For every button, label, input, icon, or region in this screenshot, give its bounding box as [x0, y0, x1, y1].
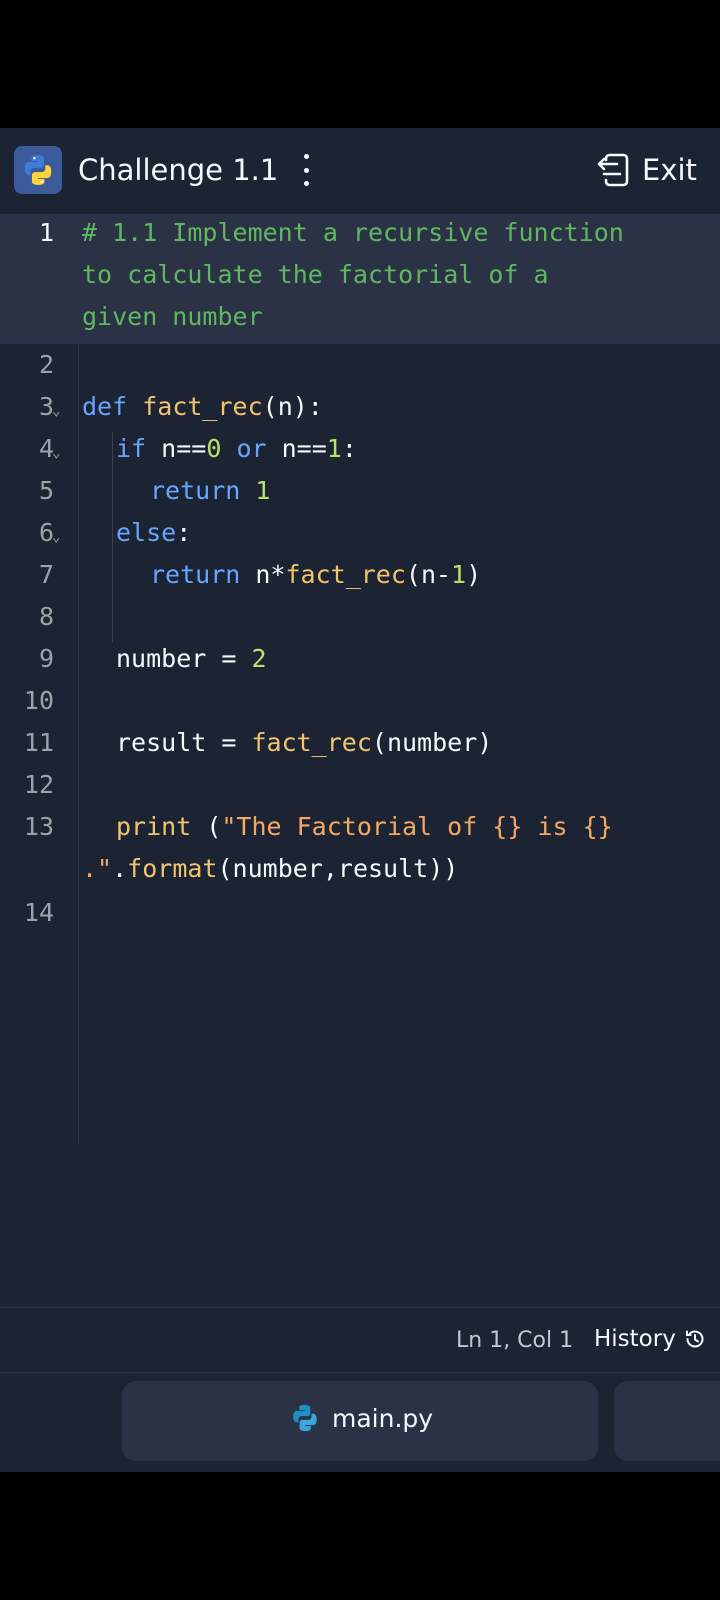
exit-icon	[597, 153, 629, 187]
more-vert-icon[interactable]	[296, 150, 316, 190]
page-title: Challenge 1.1	[78, 153, 279, 187]
code-line: result = fact_rec(number)	[116, 728, 493, 757]
chevron-down-icon[interactable]: ⌄	[52, 436, 66, 470]
line-number: 9	[38, 644, 54, 673]
line-number: 1	[38, 218, 54, 247]
code-line: if n==0 or n==1:	[116, 434, 357, 463]
code-line: to calculate the factorial of a	[82, 260, 549, 289]
line-number: 12	[23, 770, 54, 799]
exit-label: Exit	[642, 153, 697, 187]
file-tab-bar: main.py	[0, 1372, 720, 1472]
code-line: print ("The Factorial of {} is {}	[116, 812, 613, 841]
indent-guide	[112, 432, 113, 642]
code-line: return n*fact_rec(n-1)	[150, 560, 482, 589]
file-tab-next[interactable]	[614, 1381, 720, 1461]
chevron-down-icon[interactable]: ⌄	[52, 520, 66, 554]
line-number: 10	[23, 686, 54, 715]
code-line: else:	[116, 518, 192, 547]
app: Challenge 1.1 Exit 1 2 3 4 5 6 7 8 9 10 …	[0, 128, 720, 1472]
header: Challenge 1.1 Exit	[0, 128, 720, 212]
line-number: 14	[23, 898, 54, 927]
code-line: .".format(number,result))	[82, 854, 459, 883]
chevron-down-icon[interactable]: ⌄	[52, 394, 66, 428]
status-bar: Ln 1, Col 1 History	[0, 1307, 720, 1371]
line-number: 11	[23, 728, 54, 757]
code-line: return 1	[150, 476, 271, 505]
python-icon	[293, 1404, 317, 1432]
code-line: given number	[82, 302, 263, 331]
line-number: 3	[38, 392, 54, 421]
history-button[interactable]: History	[594, 1326, 706, 1352]
code-line: number = 2	[116, 644, 267, 673]
line-number: 6	[38, 518, 54, 547]
line-number: 5	[38, 476, 54, 505]
cursor-position[interactable]: Ln 1, Col 1	[456, 1328, 573, 1353]
file-tab-content: main.py	[290, 1403, 433, 1433]
code-line: def fact_rec(n):	[82, 392, 323, 421]
line-number: 7	[38, 560, 54, 589]
line-number: 8	[38, 602, 54, 631]
gutter-divider	[78, 344, 79, 1144]
line-number: 2	[38, 350, 54, 379]
code-line: # 1.1 Implement a recursive function	[82, 218, 624, 247]
file-tab-label: main.py	[332, 1403, 434, 1433]
code-editor[interactable]: 1 2 3 4 5 6 7 8 9 10 11 12 13 14 ⌄ ⌄ ⌄ #…	[0, 212, 720, 1302]
file-tab-main[interactable]: main.py	[122, 1381, 687, 1461]
line-number: 13	[23, 812, 54, 841]
history-icon	[685, 1330, 704, 1348]
python-icon[interactable]	[14, 146, 62, 194]
indent-guide	[112, 474, 113, 516]
line-number: 4	[38, 434, 54, 463]
history-label: History	[594, 1326, 676, 1352]
exit-button[interactable]: Exit	[596, 148, 708, 192]
